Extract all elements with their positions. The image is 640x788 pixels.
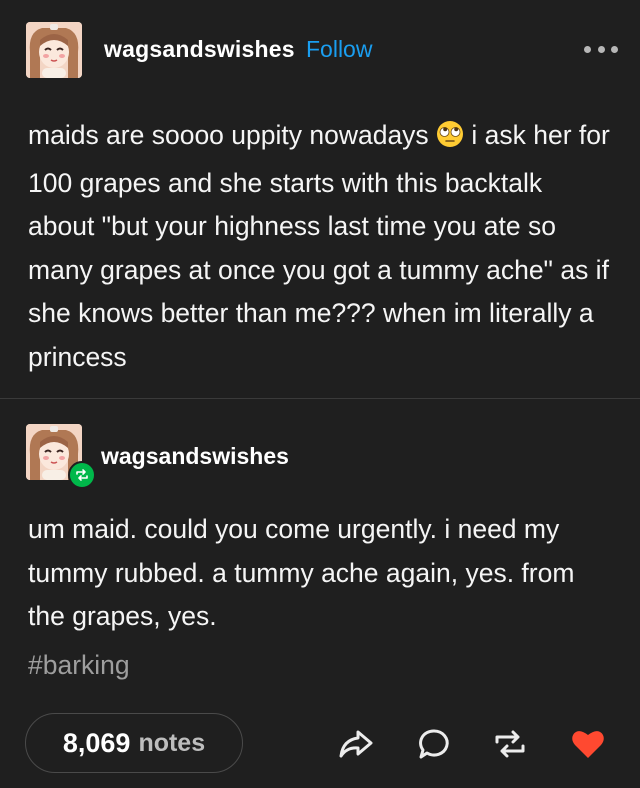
reblog-header: wagsandswishes	[26, 424, 326, 489]
post-body: maids are soooo uppity nowadays i ask he…	[28, 114, 614, 379]
reply-icon[interactable]	[414, 726, 454, 762]
reblog-body: um maid. could you come urgently. i need…	[28, 514, 575, 631]
follow-button[interactable]: Follow	[306, 36, 372, 63]
notes-button[interactable]: 8,069 notes	[25, 713, 243, 773]
post-divider	[0, 398, 640, 399]
eye-roll-emoji-icon	[436, 118, 464, 162]
post-tag[interactable]: #barking	[28, 650, 130, 681]
notes-count: 8,069	[62, 727, 131, 758]
author-username[interactable]: wagsandswishes	[104, 36, 295, 63]
post-text-part-2: i ask her for 100 grapes and she starts …	[28, 120, 610, 372]
like-heart-icon[interactable]	[568, 726, 608, 762]
reblog-icon[interactable]	[490, 726, 530, 762]
post-text-part-1: maids are soooo uppity nowadays	[28, 120, 437, 150]
reblogger-username[interactable]: wagsandswishes	[101, 443, 289, 470]
post-header: wagsandswishes Follow	[26, 22, 618, 78]
reblog-badge-icon	[68, 461, 96, 489]
share-icon[interactable]	[336, 726, 376, 762]
author-avatar[interactable]	[26, 22, 82, 78]
more-options-icon[interactable]	[584, 42, 618, 56]
notes-label: notes	[138, 728, 206, 757]
